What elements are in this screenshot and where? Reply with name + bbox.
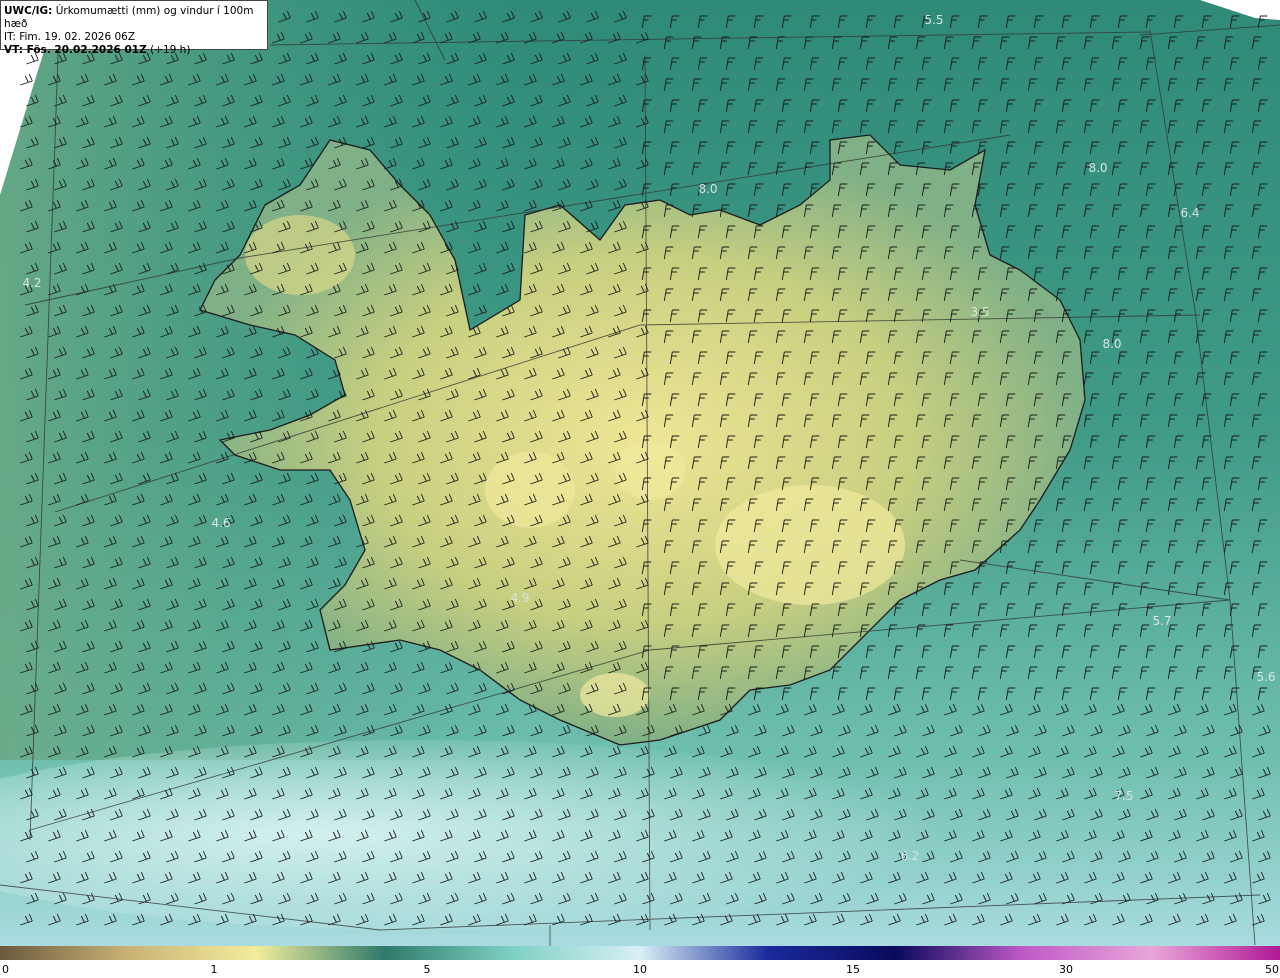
value-label: 8.0	[1102, 337, 1121, 351]
colorbar-tick: 10	[633, 963, 647, 976]
colorbar: 0 1 5 10 15 30 50	[0, 946, 1280, 978]
value-label: 4.9	[510, 591, 529, 605]
colorbar-tick: 5	[423, 963, 431, 976]
value-label: 4.6	[211, 516, 230, 530]
value-label: 7.5	[1114, 789, 1133, 803]
colorbar-tick: 15	[846, 963, 860, 976]
value-label: 6.4	[1180, 206, 1199, 220]
init-time: IT: Fim. 19. 02. 2026 06Z	[4, 31, 136, 43]
colorbar-tick: 0	[2, 963, 9, 976]
value-label: 8.0	[1088, 161, 1107, 175]
colorbar-tick: 50	[1265, 963, 1279, 976]
forecast-lead: (+19 h)	[146, 44, 191, 56]
valid-time-line: VT: Fös. 20.02.2026 01Z (+19 h)	[4, 44, 264, 57]
value-label: 8.0	[698, 182, 717, 196]
value-label: 6.2	[900, 849, 919, 863]
model-name: UWC/IG:	[4, 5, 53, 17]
value-label: 4.2	[22, 276, 41, 290]
value-label: 3.5	[970, 305, 989, 319]
model-title-line: UWC/IG: Úrkomumætti (mm) og vindur í 100…	[4, 5, 264, 31]
info-box: UWC/IG: Úrkomumætti (mm) og vindur í 100…	[0, 0, 268, 56]
value-label: 5.5	[924, 13, 943, 27]
colorbar-tick: 30	[1059, 963, 1073, 976]
highland-patch	[615, 440, 685, 500]
value-label: 5.6	[1256, 670, 1275, 684]
valid-time: VT: Fös. 20.02.2026 01Z	[4, 44, 147, 56]
colorbar-strip	[0, 946, 1280, 960]
value-label: 5.7	[1152, 614, 1171, 628]
colorbar-tick: 1	[210, 963, 218, 976]
weather-map: 5.5 4.2 8.0 6.4 8.0 3.5 8.0 4.6 4.9 5.7 5.6 7.5 6.2	[0, 0, 1280, 946]
highland-patch	[485, 452, 575, 528]
